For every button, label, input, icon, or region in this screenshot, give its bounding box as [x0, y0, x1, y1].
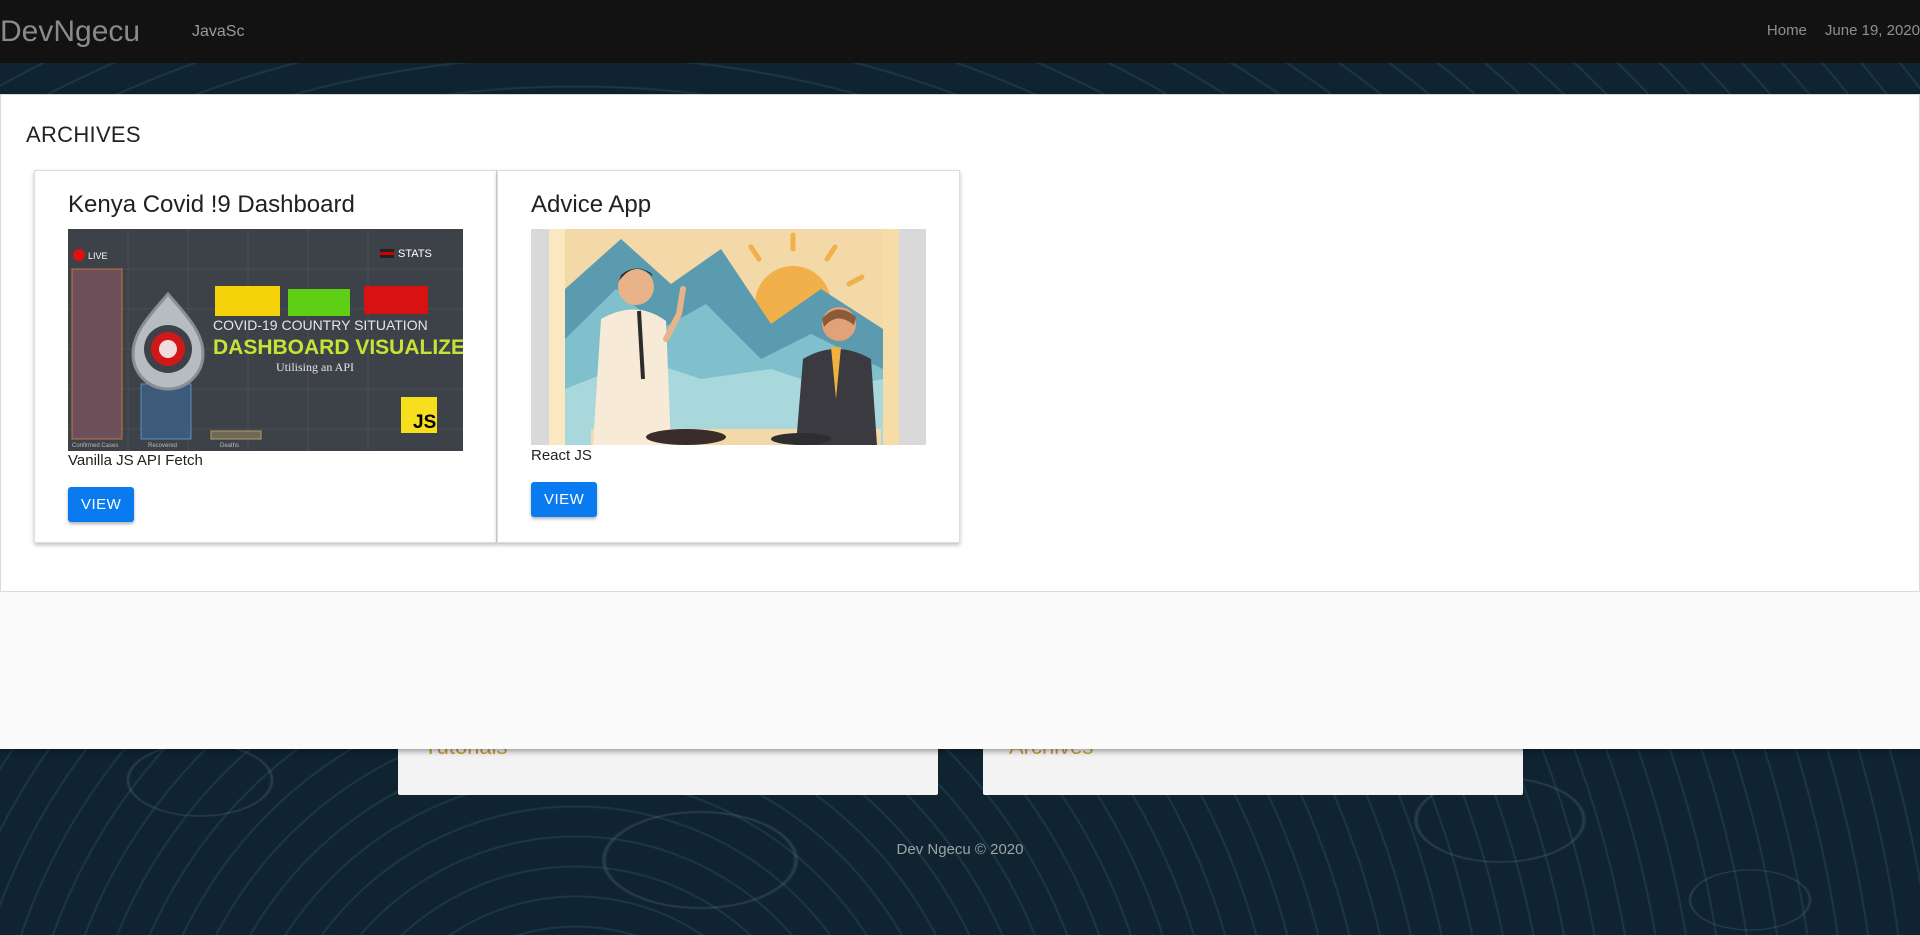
view-button-covid[interactable]: VIEW: [68, 487, 135, 522]
nav-links: Home June 19, 2020: [1767, 22, 1920, 39]
advice-app-image: [531, 229, 926, 445]
bar-label-confirmed: Confirmed Cases: [72, 443, 118, 449]
stats-label: STATS: [398, 248, 432, 260]
project-card-advice: Advice App React JS VIEW: [497, 170, 960, 543]
thumb-line-2: DASHBOARD VISUALIZER: [213, 336, 463, 359]
project-title: Advice App: [531, 191, 652, 218]
covid-dashboard-thumbnail: LIVE STATS Confirmed Cases Recovered Dea…: [68, 229, 463, 451]
nav-date: June 19, 2020: [1824, 22, 1920, 39]
archives-heading: ARCHIVES: [26, 122, 141, 147]
project-card-covid: Kenya Covid !9 Dashboard LIVE STATS Conf…: [34, 170, 497, 543]
search-input[interactable]: [192, 22, 452, 42]
nav-link-home[interactable]: Home: [1767, 22, 1807, 39]
bar-label-deaths: Deaths: [220, 443, 239, 449]
advice-app-thumbnail: [531, 229, 926, 445]
navbar: DevNgecu Home June 19, 2020: [0, 0, 1920, 63]
covid-dashboard-image: LIVE STATS Confirmed Cases Recovered Dea…: [68, 229, 463, 451]
archives-overlay: ARCHIVES Kenya Covid !9 Dashboard LIVE S…: [0, 94, 1920, 749]
brand-logo[interactable]: DevNgecu: [0, 0, 140, 63]
project-tech: React JS: [531, 447, 592, 464]
archives-panel: ARCHIVES Kenya Covid !9 Dashboard LIVE S…: [0, 94, 1920, 592]
view-button-advice[interactable]: VIEW: [531, 482, 598, 517]
thumb-line-3: Utilising an API: [276, 360, 354, 374]
project-tech: Vanilla JS API Fetch: [68, 452, 203, 469]
js-badge: JS: [413, 412, 436, 433]
bar-label-recovered: Recovered: [148, 443, 177, 449]
project-title: Kenya Covid !9 Dashboard: [68, 191, 355, 218]
live-label: LIVE: [88, 251, 108, 261]
thumb-line-1: COVID-19 COUNTRY SITUATION: [213, 317, 428, 333]
footer-text: Dev Ngecu © 2020: [896, 841, 1024, 858]
